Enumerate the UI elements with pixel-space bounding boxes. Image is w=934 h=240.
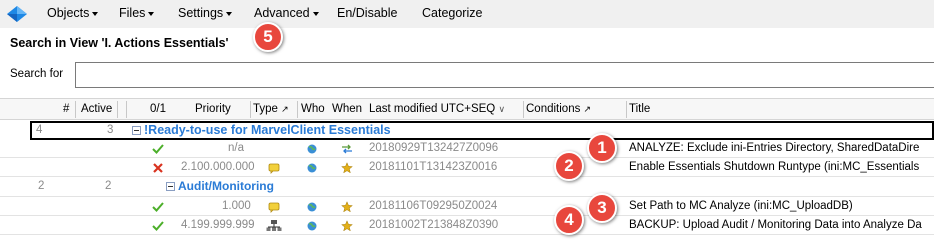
check-icon[interactable] — [152, 220, 164, 232]
priority-value: 2.100.000.000 — [181, 161, 255, 173]
table-row[interactable]: 2.100.000.000 20181101T131423Z0016 Enabl… — [0, 159, 934, 177]
resize-arrow-icon: ↗ — [281, 104, 289, 114]
chevron-down-icon — [312, 11, 319, 16]
group-row[interactable]: 2 2 Audit/Monitoring — [0, 178, 934, 197]
note-icon — [268, 163, 280, 174]
check-icon[interactable] — [152, 143, 164, 155]
column-divider[interactable] — [126, 101, 127, 118]
table-row[interactable]: 1.000 20181106T092950Z0024 Set Path to M… — [0, 198, 934, 216]
menu-en-disable[interactable]: En/Disable — [337, 6, 397, 20]
priority-value: 1.000 — [222, 200, 251, 212]
globe-icon — [307, 202, 317, 212]
column-divider[interactable] — [523, 101, 524, 118]
chevron-down-icon — [226, 11, 233, 16]
globe-icon — [307, 163, 317, 173]
group-row[interactable]: 4 3 !Ready-to-use for MarvelClient Essen… — [30, 121, 934, 140]
column-active[interactable]: Active — [81, 103, 112, 115]
group-active-count: 2 — [105, 180, 112, 192]
priority-value: 4.199.999.999 — [181, 219, 255, 231]
group-count: 2 — [38, 180, 45, 192]
group-count: 4 — [36, 124, 43, 136]
menu-objects[interactable]: Objects — [47, 6, 99, 20]
star-icon — [341, 162, 353, 174]
last-modified-value: 20181101T131423Z0016 — [369, 161, 498, 173]
column-zero-one[interactable]: 0/1 — [150, 103, 166, 115]
priority-value: n/a — [228, 142, 244, 154]
menu-categorize[interactable]: Categorize — [422, 6, 482, 20]
note-icon — [268, 202, 280, 213]
column-when[interactable]: When — [332, 103, 362, 115]
search-input[interactable] — [75, 62, 934, 88]
sync-arrows-icon — [342, 144, 352, 154]
table-row[interactable]: n/a 20180929T132427Z0096 ANALYZE: Exclud… — [0, 140, 934, 158]
view-title: Search in View 'I. Actions Essentials' — [10, 36, 229, 50]
column-who[interactable]: Who — [301, 103, 325, 115]
table-row[interactable]: 4.199.999.999 20181002T213848Z0390 BACKU… — [0, 217, 934, 235]
menu-bar: Objects Files Settings Advanced En/Disab… — [0, 0, 934, 28]
app-logo-icon[interactable] — [6, 5, 28, 23]
row-title: ANALYZE: Exclude ini-Entries Directory, … — [629, 142, 920, 154]
row-title: Set Path to MC Analyze (ini:MC_UploadDB) — [629, 200, 853, 212]
group-active-count: 3 — [107, 124, 114, 136]
star-icon — [341, 220, 353, 232]
last-modified-value: 20180929T132427Z0096 — [369, 142, 499, 154]
globe-icon — [307, 144, 317, 154]
column-type[interactable]: Type ↗ — [253, 103, 289, 115]
cross-icon[interactable] — [152, 162, 164, 174]
column-header: # Active 0/1 Priority Type ↗ Who When La… — [0, 98, 934, 120]
row-title: Enable Essentials Shutdown Runtype (ini:… — [629, 161, 920, 173]
column-conditions[interactable]: Conditions ↗ — [526, 103, 591, 115]
column-num[interactable]: # — [63, 103, 69, 115]
column-divider[interactable] — [250, 101, 251, 118]
last-modified-value: 20181002T213848Z0390 — [369, 219, 499, 231]
resize-arrow-icon: ↗ — [583, 104, 592, 114]
callout-badge: 5 — [253, 22, 283, 52]
globe-icon — [307, 221, 317, 231]
last-modified-value: 20181106T092950Z0024 — [369, 200, 498, 212]
column-divider[interactable] — [626, 101, 627, 118]
collapse-toggle-icon[interactable] — [166, 182, 175, 192]
collapse-toggle-icon[interactable] — [132, 126, 141, 136]
callout-badge: 4 — [554, 205, 584, 235]
column-divider[interactable] — [297, 101, 298, 118]
menu-files[interactable]: Files — [119, 6, 155, 20]
column-divider[interactable] — [117, 101, 118, 118]
group-label: Audit/Monitoring — [166, 179, 274, 193]
column-priority[interactable]: Priority — [195, 103, 231, 115]
menu-settings[interactable]: Settings — [178, 6, 233, 20]
column-title[interactable]: Title — [629, 103, 650, 115]
network-icon — [266, 220, 282, 231]
column-last-modified[interactable]: Last modified UTC+SEQ ∨ — [369, 103, 505, 115]
chevron-down-icon — [92, 11, 99, 16]
sort-chevron-icon: ∨ — [498, 104, 506, 114]
star-icon — [341, 201, 353, 213]
chevron-down-icon — [148, 11, 155, 16]
callout-badge: 2 — [554, 151, 584, 181]
callout-badge: 1 — [587, 133, 617, 163]
row-title: BACKUP: Upload Audit / Monitoring Data i… — [629, 219, 922, 231]
group-label: !Ready-to-use for MarvelClient Essential… — [132, 123, 391, 137]
callout-badge: 3 — [587, 193, 617, 223]
search-label: Search for — [10, 68, 64, 80]
column-divider[interactable] — [75, 101, 76, 118]
menu-advanced[interactable]: Advanced — [254, 6, 319, 20]
check-icon[interactable] — [152, 201, 164, 213]
